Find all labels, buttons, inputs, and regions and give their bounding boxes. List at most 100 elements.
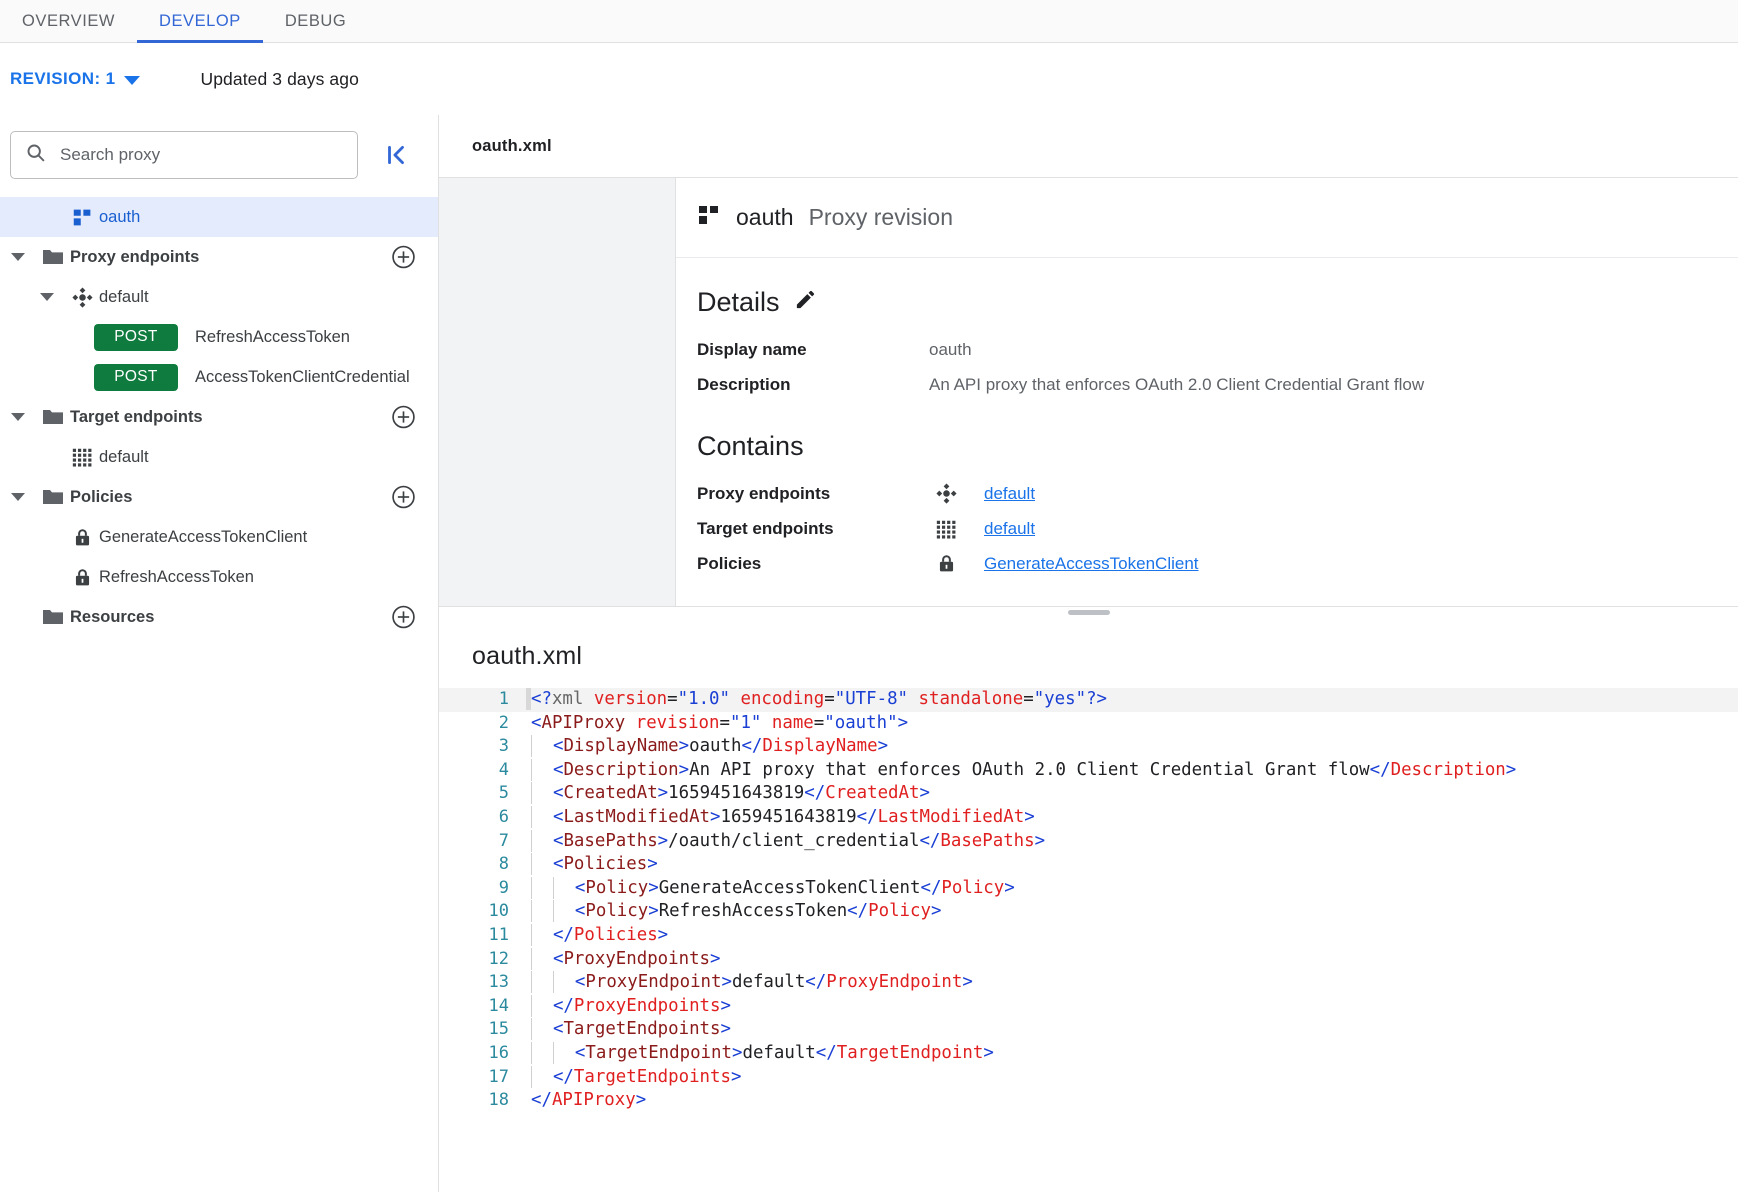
tree-item-target-endpoints[interactable]: Target endpoints [0, 397, 438, 437]
tree-item-default[interactable]: default [0, 437, 438, 477]
code-line[interactable]: 3 <DisplayName>oauth</DisplayName> [439, 735, 1738, 759]
code-token: < [553, 1019, 563, 1039]
code-token: oauth [689, 736, 741, 756]
tab-develop[interactable]: DEVELOP [137, 0, 263, 43]
tree-item-resources[interactable]: Resources [0, 597, 438, 637]
code-token: RefreshAccessToken [659, 901, 847, 921]
code-token: APIProxy [541, 713, 625, 733]
twisty-open-icon[interactable] [0, 253, 36, 261]
tree-item-generateaccesstokenclient[interactable]: GenerateAccessTokenClient [0, 517, 438, 557]
line-number: 1 [439, 688, 531, 712]
code-line[interactable]: 4 <Description>An API proxy that enforce… [439, 759, 1738, 783]
revision-selector[interactable]: REVISION: 1 [10, 69, 140, 89]
proxy-icon [697, 203, 721, 232]
code-line[interactable]: 6 <LastModifiedAt>1659451643819</LastMod… [439, 806, 1738, 830]
tree-item-oauth[interactable]: oauth [0, 197, 438, 237]
twisty-open-icon[interactable] [0, 413, 36, 421]
tree-item-proxy-endpoints[interactable]: Proxy endpoints [0, 237, 438, 277]
details-heading-row: Details [697, 287, 1738, 318]
collapse-panel-icon[interactable] [383, 142, 409, 168]
code-line[interactable]: 12 <ProxyEndpoints> [439, 948, 1738, 972]
add-icon[interactable] [391, 405, 416, 430]
code-text: <TargetEndpoint>default</TargetEndpoint> [531, 1042, 994, 1066]
tree-item-refreshaccesstoken[interactable]: RefreshAccessToken [0, 557, 438, 597]
search-proxy-box[interactable] [10, 131, 358, 179]
code-line[interactable]: 10 <Policy>RefreshAccessToken</Policy> [439, 900, 1738, 924]
code-line[interactable]: 5 <CreatedAt>1659451643819</CreatedAt> [439, 782, 1738, 806]
tree-item-refreshaccesstoken[interactable]: POSTRefreshAccessToken [0, 317, 438, 357]
contains-icon-wrap [929, 553, 984, 574]
add-icon[interactable] [391, 605, 416, 630]
code-token: </ [804, 783, 825, 803]
field-key: Description [697, 375, 929, 395]
code-line[interactable]: 8 <Policies> [439, 853, 1738, 877]
code-line[interactable]: 13 <ProxyEndpoint>default</ProxyEndpoint… [439, 971, 1738, 995]
code-line[interactable]: 2<APIProxy revision="1" name="oauth"> [439, 712, 1738, 736]
tree-item-label: RefreshAccessToken [195, 328, 350, 347]
splitter-grip[interactable] [1068, 610, 1110, 615]
line-number: 12 [439, 948, 531, 972]
tree-item-label: Target endpoints [70, 408, 203, 427]
code-line[interactable]: 11 </Policies> [439, 924, 1738, 948]
detail-area: oauth Proxy revision Details Display nam… [439, 178, 1738, 606]
panel-splitter[interactable] [439, 606, 1738, 624]
contains-heading: Contains [697, 431, 1738, 462]
contains-row-proxy-endpoints: Proxy endpointsdefault [697, 476, 1738, 511]
code-token: </ [920, 878, 941, 898]
code-line[interactable]: 17 </TargetEndpoints> [439, 1066, 1738, 1090]
twisty-open-icon[interactable] [29, 293, 65, 301]
code-token: > [648, 901, 658, 921]
xml-code-editor[interactable]: 1<?xml version="1.0" encoding="UTF-8" st… [439, 688, 1738, 1192]
code-token: </ [531, 1090, 552, 1110]
line-number: 11 [439, 924, 531, 948]
add-icon[interactable] [391, 485, 416, 510]
code-token: > [1024, 807, 1034, 827]
line-number: 9 [439, 877, 531, 901]
twisty-open-icon[interactable] [0, 493, 36, 501]
code-token: < [553, 949, 563, 969]
code-line[interactable]: 9 <Policy>GenerateAccessTokenClient</Pol… [439, 877, 1738, 901]
lock-icon [65, 567, 99, 588]
line-number: 6 [439, 806, 531, 830]
line-number: 5 [439, 782, 531, 806]
contains-link[interactable]: GenerateAccessTokenClient [984, 554, 1199, 574]
code-token: revision [636, 713, 720, 733]
tree-item-accesstokenclientcredential[interactable]: POSTAccessTokenClientCredential [0, 357, 438, 397]
code-text: </TargetEndpoints> [531, 1066, 741, 1090]
code-token: = [720, 713, 730, 733]
code-token: = [667, 689, 677, 709]
code-token [908, 689, 918, 709]
code-token: TargetEndpoint [837, 1043, 984, 1063]
contains-link[interactable]: default [984, 519, 1035, 539]
code-token: </ [553, 1067, 574, 1087]
add-icon[interactable] [391, 245, 416, 270]
code-text: <BasePaths>/oauth/client_credential</Bas… [531, 830, 1045, 854]
folder-icon [36, 605, 70, 629]
folder-icon [36, 405, 70, 429]
tab-overview[interactable]: OVERVIEW [0, 0, 137, 43]
folder-icon [36, 485, 70, 509]
code-token: > [721, 996, 731, 1016]
code-token: GenerateAccessTokenClient [659, 878, 921, 898]
file-tab-oauth-xml[interactable]: oauth.xml [472, 137, 552, 156]
code-token: BasePaths [563, 831, 657, 851]
search-input[interactable] [58, 144, 338, 166]
contains-icon-wrap [929, 518, 984, 540]
tree-item-policies[interactable]: Policies [0, 477, 438, 517]
code-token: "yes" [1034, 689, 1086, 709]
code-token: version [594, 689, 667, 709]
contains-link[interactable]: default [984, 484, 1035, 504]
card-title: oauth [736, 204, 794, 231]
code-line[interactable]: 16 <TargetEndpoint>default</TargetEndpoi… [439, 1042, 1738, 1066]
tab-debug[interactable]: DEBUG [263, 0, 368, 43]
tree-item-default[interactable]: default [0, 277, 438, 317]
code-line[interactable]: 1<?xml version="1.0" encoding="UTF-8" st… [439, 688, 1738, 712]
code-line[interactable]: 7 <BasePaths>/oauth/client_credential</B… [439, 830, 1738, 854]
line-number: 18 [439, 1089, 531, 1113]
code-line[interactable]: 15 <TargetEndpoints> [439, 1018, 1738, 1042]
proxy-icon [65, 207, 99, 228]
code-line[interactable]: 18</APIProxy> [439, 1089, 1738, 1113]
code-line[interactable]: 14 </ProxyEndpoints> [439, 995, 1738, 1019]
pencil-icon[interactable] [794, 287, 817, 318]
code-token: CreatedAt [825, 783, 919, 803]
